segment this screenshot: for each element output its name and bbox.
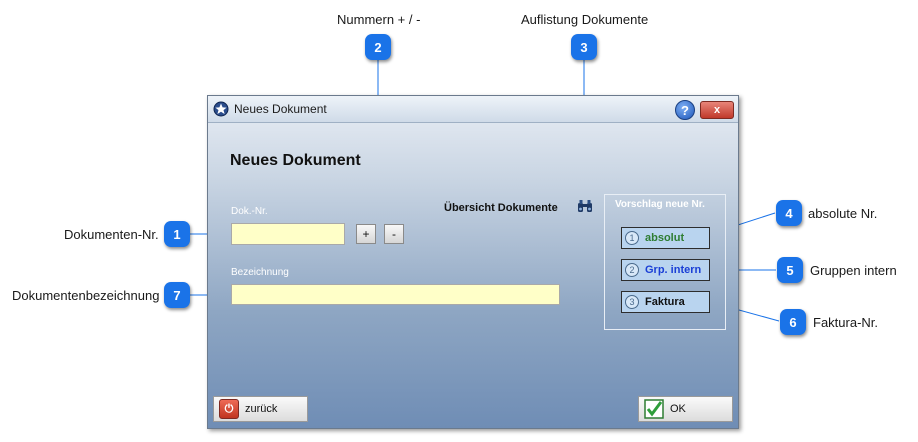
back-button[interactable]: ⏻ zurück <box>213 396 308 422</box>
annotation-badge-4: 4 <box>776 200 802 226</box>
annotation-badge-2: 2 <box>365 34 391 60</box>
suggestion-group: Vorschlag neue Nr. 1 absolut 2 Grp. inte… <box>604 194 726 330</box>
suggest-group-internal-label: Grp. intern <box>645 264 702 276</box>
annotation-label-faktura-number: Faktura-Nr. <box>813 315 879 330</box>
number-circle-icon: 1 <box>625 231 639 245</box>
suggest-group-internal-button[interactable]: 2 Grp. intern <box>621 259 710 281</box>
annotation-label-document-number: Dokumenten-Nr. <box>64 227 159 242</box>
annotation-badge-5: 5 <box>777 257 803 283</box>
annotation-label-document-list: Auflistung Dokumente <box>521 12 649 27</box>
number-circle-icon: 2 <box>625 263 639 277</box>
description-field[interactable] <box>231 284 560 305</box>
annotation-label-document-description: Dokumentenbezeichnung <box>12 288 160 303</box>
annotation-label-absolute-number: absolute Nr. <box>808 206 878 221</box>
back-button-label: zurück <box>245 403 278 415</box>
annotation-label-numbers: Nummern + / - <box>337 12 421 27</box>
window-title: Neues Dokument <box>234 102 327 116</box>
new-document-dialog: Neues Dokument ? x Neues Dokument Dok.-N… <box>207 95 739 429</box>
number-circle-icon: 3 <box>625 295 639 309</box>
decrement-number-button[interactable]: - <box>384 224 404 244</box>
annotation-badge-7: 7 <box>164 282 190 308</box>
ok-button-label: OK <box>670 403 686 415</box>
close-icon: x <box>713 104 721 116</box>
ok-button[interactable]: OK <box>638 396 733 422</box>
checkmark-icon <box>644 399 664 419</box>
annotation-label-group-internal: Gruppen intern <box>810 263 897 278</box>
suggest-faktura-label: Faktura <box>645 296 685 308</box>
annotation-badge-1: 1 <box>164 221 190 247</box>
suggestion-group-title: Vorschlag neue Nr. <box>615 199 705 210</box>
title-bar[interactable]: Neues Dokument ? x <box>208 96 738 123</box>
increment-number-button[interactable]: + <box>356 224 376 244</box>
overview-documents-label: Übersicht Dokumente <box>444 202 558 214</box>
suggest-absolute-label: absolut <box>645 232 685 244</box>
suggest-faktura-button[interactable]: 3 Faktura <box>621 291 710 313</box>
doc-number-field[interactable] <box>231 223 345 245</box>
doc-number-label: Dok.-Nr. <box>231 206 268 217</box>
form-heading: Neues Dokument <box>230 152 361 169</box>
close-button[interactable]: x <box>700 101 734 119</box>
suggest-absolute-button[interactable]: 1 absolut <box>621 227 710 249</box>
power-icon: ⏻ <box>219 399 239 419</box>
help-button[interactable]: ? <box>675 100 695 120</box>
binoculars-icon[interactable] <box>577 199 593 213</box>
annotation-badge-6: 6 <box>780 309 806 335</box>
annotation-badge-3: 3 <box>571 34 597 60</box>
description-label: Bezeichnung <box>231 267 289 278</box>
app-logo-icon <box>213 101 229 117</box>
